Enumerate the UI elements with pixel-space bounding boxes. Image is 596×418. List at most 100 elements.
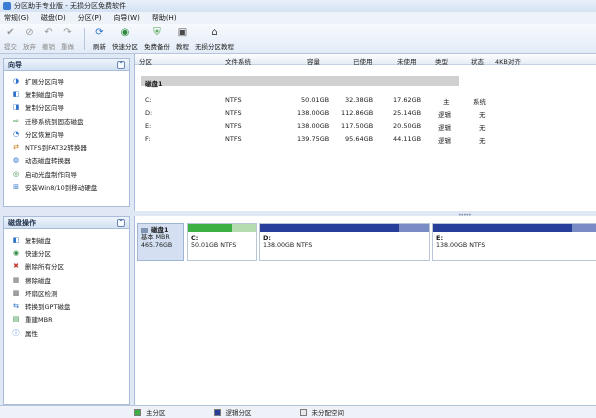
boot-cd-icon: ◎ [12, 169, 20, 178]
toolbar-separator [84, 28, 85, 50]
column-capacity[interactable]: 容量 [307, 56, 320, 66]
ntfs-fat32-icon: ⇄ [13, 143, 19, 152]
partition-usage-fill [433, 224, 572, 232]
partition-block-e[interactable]: E: 138.00GB NTFS [432, 223, 596, 261]
disk-map: 磁盘1 基本 MBR 465.76GB C: 50.01GB NTFS D: 1… [134, 216, 596, 405]
wipe-disk-icon: ▦ [12, 275, 20, 284]
wizard-panel-title: 向导 [8, 60, 22, 69]
legend-primary: 主分区 [134, 407, 166, 417]
title-bar: 分区助手专业版 - 无损分区免费软件 [0, 0, 596, 12]
disk-info-block[interactable]: 磁盘1 基本 MBR 465.76GB [137, 223, 184, 261]
legend-swatch [134, 408, 141, 416]
copy-disk-icon: ◧ [12, 89, 20, 98]
table-row[interactable]: F: NTFS 139.75GB 95.64GB 44.11GB 逻辑 无 [135, 133, 596, 146]
disk-op-convert-gpt[interactable]: ⇆ 转换到GPT磁盘 [4, 299, 129, 312]
partition-size: 50.01GB NTFS [191, 242, 237, 249]
wizard-item-ntfs-fat32[interactable]: ⇄ NTFS到FAT32转换器 [4, 140, 129, 153]
refresh-button[interactable]: ⟳ 刷新 [93, 24, 106, 51]
partition-usage-bar [433, 224, 596, 232]
delete-all-icon: ✖ [13, 262, 19, 271]
app-icon [3, 2, 11, 10]
status-bar: 主分区 逻辑分区 未分配空间 [0, 405, 596, 418]
discard-icon: ⊘ [25, 27, 34, 38]
disk-name: 磁盘1 [151, 226, 169, 234]
wizard-item-copy-disk[interactable]: ◧ 复制磁盘向导 [4, 87, 129, 100]
copy-disk-icon: ◧ [12, 235, 20, 244]
collapse-icon[interactable]: ⌃ [117, 60, 125, 69]
wizard-item-extend-partition[interactable]: ◑ 扩展分区向导 [4, 74, 129, 87]
wizard-item-partition-recovery[interactable]: ◔ 分区恢复向导 [4, 127, 129, 140]
table-row[interactable]: E: NTFS 138.00GB 117.50GB 20.50GB 逻辑 无 [135, 120, 596, 133]
window-title: 分区助手专业版 - 无损分区免费软件 [14, 2, 126, 10]
disk-op-properties[interactable]: ⓘ 属性 [4, 326, 129, 339]
wizard-item-migrate-os[interactable]: ⇨ 迁移系统到固态磁盘 [4, 114, 129, 127]
partition-size: 138.00GB NTFS [263, 242, 313, 249]
partition-label: E: [436, 234, 444, 242]
column-header: 分区 文件系统 容量 已使用 未使用 类型 状态 4KB对齐 [135, 54, 596, 66]
disk-ops-panel-header: 磁盘操作 ⌃ [4, 217, 129, 229]
wizard-item-copy-partition[interactable]: ◨ 复制分区向导 [4, 101, 129, 114]
disk-size: 465.76GB [141, 242, 173, 249]
partition-usage-bar [188, 224, 256, 232]
legend-swatch [213, 408, 221, 416]
table-row[interactable]: D: NTFS 138.00GB 112.86GB 25.14GB 逻辑 无 [135, 107, 596, 120]
quick-partition-icon: ◉ [120, 27, 130, 38]
table-row[interactable]: C: NTFS 50.01GB 32.38GB 17.62GB 主 系统 [135, 94, 596, 107]
disk-op-quick-partition[interactable]: ◉ 快速分区 [4, 246, 129, 259]
disk-ops-panel-title: 磁盘操作 [8, 218, 36, 227]
undo-button[interactable]: ↶ 撤销 [42, 24, 55, 51]
partition-size: 138.00GB NTFS [436, 242, 486, 249]
legend-logical: 逻辑分区 [213, 407, 252, 417]
column-4k-align[interactable]: 4KB对齐 [495, 56, 521, 66]
wizard-item-dynamic-disk[interactable]: ◍ 动态磁盘转换器 [4, 154, 129, 167]
wizard-panel-header: 向导 ⌃ [4, 59, 129, 71]
refresh-icon: ⟳ [95, 27, 104, 38]
wizard-item-boot-cd[interactable]: ◎ 启动光盘制作向导 [4, 167, 129, 180]
redo-button[interactable]: ↷ 重做 [61, 24, 74, 51]
disk-op-wipe-disk[interactable]: ▦ 擦除磁盘 [4, 273, 129, 286]
menu-disk[interactable]: 磁盘(D) [41, 13, 66, 23]
disk-icon [141, 227, 148, 233]
menu-help[interactable]: 帮助(H) [152, 13, 177, 23]
disk-op-copy-disk[interactable]: ◧ 复制磁盘 [4, 233, 129, 246]
legend-swatch [299, 408, 307, 416]
menu-partition[interactable]: 分区(P) [78, 13, 102, 23]
disk-op-rebuild-mbr[interactable]: ▤ 重建MBR [4, 313, 129, 326]
discard-button[interactable]: ⊘ 放弃 [23, 24, 36, 51]
disk-ops-panel: 磁盘操作 ⌃ ◧ 复制磁盘 ◉ 快速分区 ✖ 删除所有分区 ▦ 擦除磁盘 ▩ 坏扇区检测 … [3, 216, 130, 405]
menu-general[interactable]: 常规(G) [4, 13, 29, 23]
column-type[interactable]: 类型 [435, 56, 448, 66]
rebuild-mbr-icon: ▤ [12, 315, 20, 324]
backup-icon: ⛨ [153, 27, 161, 38]
properties-icon: ⓘ [12, 328, 20, 337]
disk-group-row[interactable]: 磁盘1 [141, 76, 459, 88]
lossless-tutorial-button[interactable]: ⌂ 无损分区教程 [195, 24, 234, 51]
column-free[interactable]: 未使用 [397, 56, 417, 66]
column-partition[interactable]: 分区 [139, 56, 152, 66]
tutorial-icon: ▣ [177, 27, 188, 38]
wizard-item-windows-to-go[interactable]: ⊞ 安装Win8/10到移动硬盘 [4, 180, 129, 193]
collapse-icon[interactable]: ⌃ [117, 218, 125, 227]
partition-block-d[interactable]: D: 138.00GB NTFS [259, 223, 430, 261]
apply-button[interactable]: ✔ 提交 [4, 24, 17, 51]
dynamic-disk-icon: ◍ [12, 156, 20, 165]
partition-usage-fill [188, 224, 233, 232]
menu-bar: 常规(G) 磁盘(D) 分区(P) 向导(W) 帮助(H) [0, 12, 596, 24]
disk-op-delete-all[interactable]: ✖ 删除所有分区 [4, 260, 129, 273]
undo-icon: ↶ [44, 27, 53, 38]
tutorial-button[interactable]: ▣ 教程 [176, 24, 189, 51]
bad-sector-icon: ▩ [12, 288, 20, 297]
migrate-os-icon: ⇨ [13, 116, 19, 125]
menu-wizard[interactable]: 向导(W) [113, 13, 139, 23]
quick-partition-button[interactable]: ◉ 快速分区 [112, 24, 138, 51]
wizard-panel: 向导 ⌃ ◑ 扩展分区向导 ◧ 复制磁盘向导 ◨ 复制分区向导 ⇨ 迁移系统到固态磁盘 … [3, 58, 130, 207]
redo-icon: ↷ [63, 27, 72, 38]
column-used[interactable]: 已使用 [353, 56, 373, 66]
partition-label: D: [263, 234, 271, 242]
partition-block-c[interactable]: C: 50.01GB NTFS [187, 223, 257, 261]
column-filesystem[interactable]: 文件系统 [225, 56, 251, 66]
disk-op-bad-sector[interactable]: ▩ 坏扇区检测 [4, 286, 129, 299]
column-status[interactable]: 状态 [471, 56, 484, 66]
check-icon: ✔ [6, 27, 15, 38]
free-backup-button[interactable]: ⛨ 免费备份 [144, 24, 170, 51]
